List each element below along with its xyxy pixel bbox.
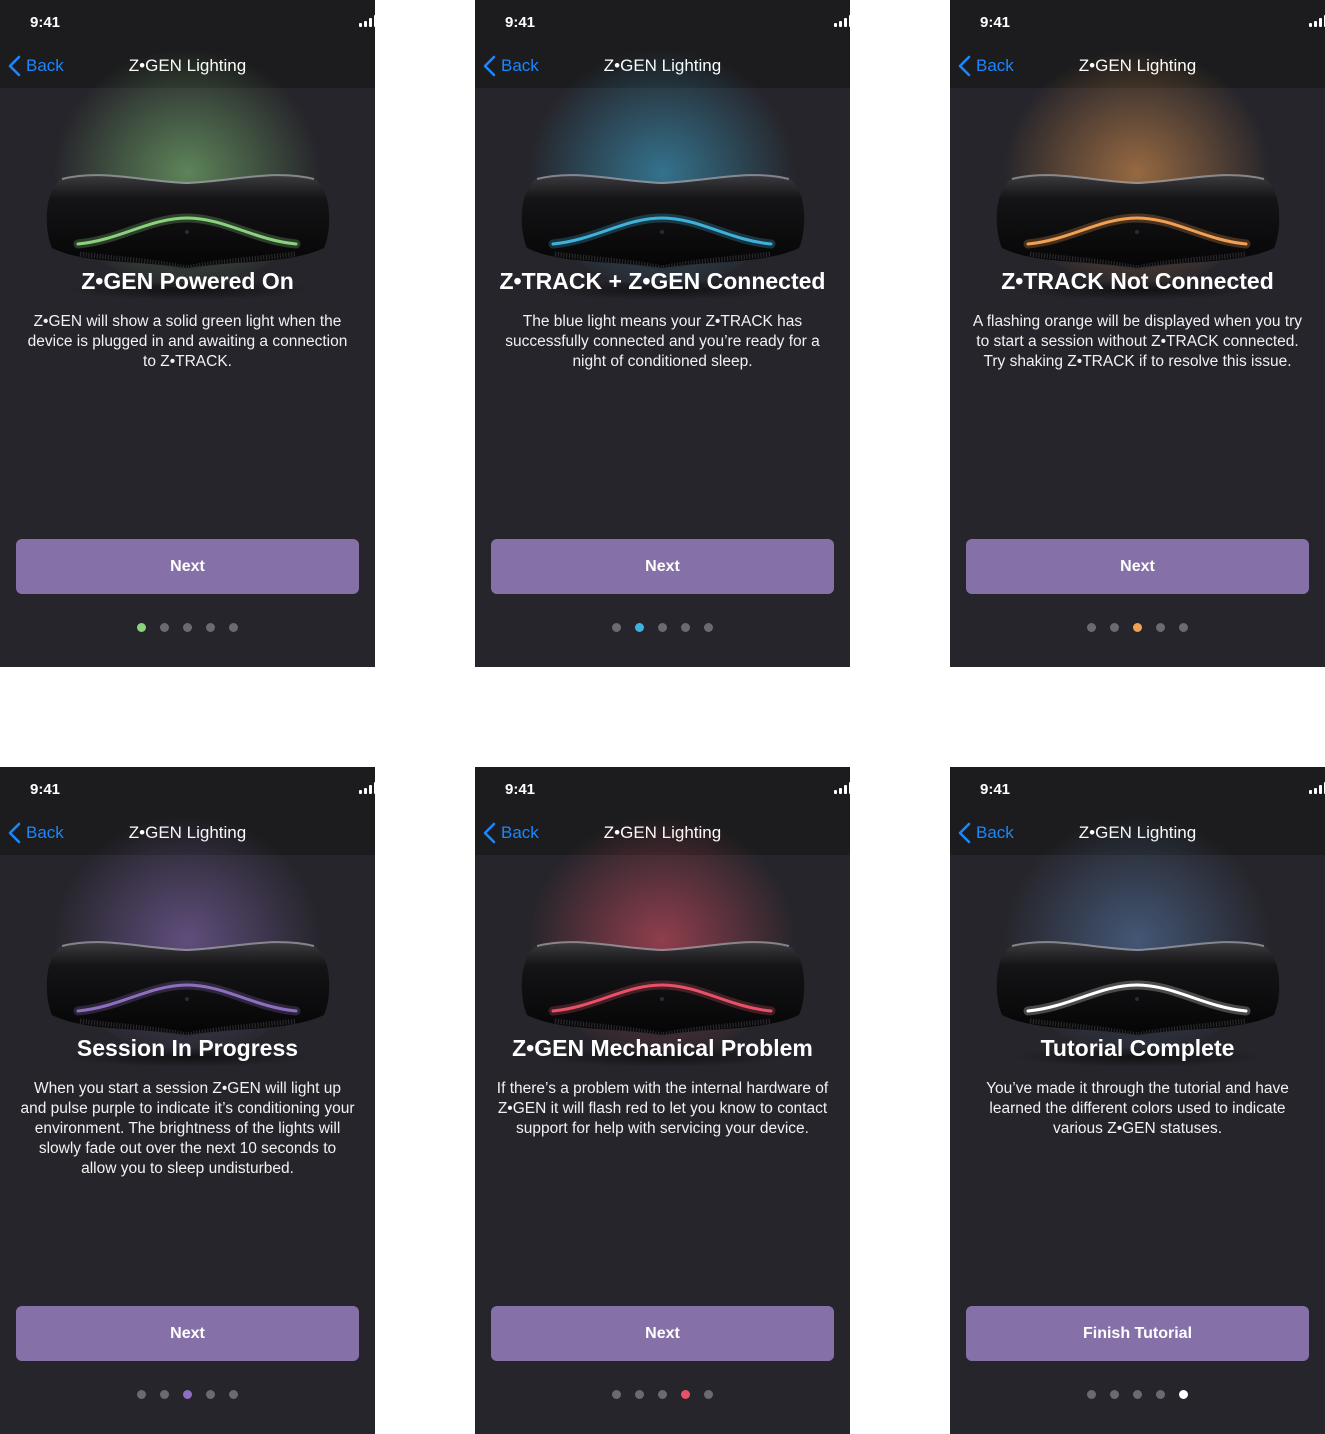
screen-heading: Z•TRACK Not Connected <box>1001 268 1274 294</box>
cellular-signal-icon <box>834 15 850 27</box>
page-dot[interactable] <box>1110 1390 1119 1399</box>
screen-tutorial-complete: 9:41 Back Z•GEN Lighting Tutorial Comple… <box>950 767 1325 1434</box>
screen-not-connected: 9:41 Back Z•GEN Lighting Z•TRACK Not Con… <box>950 0 1325 667</box>
screen-powered-on: 9:41 Back Z•GEN Lighting Z•GEN Powered O… <box>0 0 375 667</box>
device-sensor <box>185 997 189 1001</box>
screen-heading: Z•TRACK + Z•GEN Connected <box>499 268 826 294</box>
page-dot[interactable] <box>635 1390 644 1399</box>
cellular-signal-icon <box>1309 782 1325 794</box>
page-dot[interactable] <box>1156 623 1165 632</box>
status-time: 9:41 <box>980 14 1011 31</box>
page-dot[interactable] <box>206 1390 215 1399</box>
page-dot[interactable] <box>160 1390 169 1399</box>
screen-description: You’ve made it through the tutorial and … <box>986 1080 1289 1137</box>
screen-heading: Z•GEN Powered On <box>81 268 294 294</box>
page-indicator <box>137 1390 238 1399</box>
page-dot[interactable] <box>681 1390 690 1399</box>
page-dot[interactable] <box>658 1390 667 1399</box>
device-sensor <box>660 230 664 234</box>
status-time: 9:41 <box>505 14 536 31</box>
cellular-signal-icon <box>359 782 375 794</box>
page-indicator <box>137 623 238 632</box>
next-button[interactable]: Next <box>491 1306 834 1361</box>
cellular-signal-icon <box>834 782 850 794</box>
page-dot[interactable] <box>1179 623 1188 632</box>
page-dot[interactable] <box>229 623 238 632</box>
page-dot[interactable] <box>160 623 169 632</box>
page-dot[interactable] <box>1156 1390 1165 1399</box>
screen-mechanical-problem: 9:41 Back Z•GEN Lighting Z•GEN Mechanica… <box>475 767 850 1434</box>
page-dot[interactable] <box>137 623 146 632</box>
device-sensor <box>660 997 664 1001</box>
status-time: 9:41 <box>980 781 1011 798</box>
status-time: 9:41 <box>30 14 61 31</box>
screen-session-in-progress: 9:41 Back Z•GEN Lighting Session In Prog… <box>0 767 375 1434</box>
status-bar: 9:41 <box>950 767 1325 811</box>
page-dot[interactable] <box>658 623 667 632</box>
screen-heading: Z•GEN Mechanical Problem <box>512 1035 813 1061</box>
cellular-signal-icon <box>359 15 375 27</box>
next-button[interactable]: Next <box>16 539 359 594</box>
page-dot[interactable] <box>1133 623 1142 632</box>
next-button[interactable]: Next <box>966 539 1309 594</box>
page-dot[interactable] <box>1133 1390 1142 1399</box>
page-indicator <box>1087 623 1188 632</box>
screen-connected: 9:41 Back Z•GEN Lighting Z•TRACK + Z•GEN… <box>475 0 850 667</box>
page-dot[interactable] <box>612 1390 621 1399</box>
page-dot[interactable] <box>137 1390 146 1399</box>
page-dot[interactable] <box>206 623 215 632</box>
status-bar: 9:41 <box>475 0 850 44</box>
page-dot[interactable] <box>1110 623 1119 632</box>
page-dot[interactable] <box>229 1390 238 1399</box>
page-dot[interactable] <box>681 623 690 632</box>
finish-tutorial-button[interactable]: Finish Tutorial <box>966 1306 1309 1361</box>
device-sensor <box>1135 997 1139 1001</box>
page-dot[interactable] <box>183 623 192 632</box>
screen-description: When you start a session Z•GEN will ligh… <box>20 1080 355 1177</box>
page-dot[interactable] <box>704 623 713 632</box>
status-bar: 9:41 <box>0 767 375 811</box>
screen-description: Z•GEN will show a solid green light when… <box>27 313 348 370</box>
page-indicator <box>612 623 713 632</box>
screen-description: If there’s a problem with the internal h… <box>496 1080 829 1137</box>
screen-description: A flashing orange will be displayed when… <box>972 313 1303 370</box>
page-dot[interactable] <box>1179 1390 1188 1399</box>
page-dot[interactable] <box>612 623 621 632</box>
page-dot[interactable] <box>183 1390 192 1399</box>
device-sensor <box>185 230 189 234</box>
status-bar: 9:41 <box>0 0 375 44</box>
page-indicator <box>612 1390 713 1399</box>
next-button[interactable]: Next <box>16 1306 359 1361</box>
status-bar: 9:41 <box>950 0 1325 44</box>
status-time: 9:41 <box>30 781 61 798</box>
status-time: 9:41 <box>505 781 536 798</box>
screen-description: The blue light means your Z•TRACK has su… <box>505 313 820 370</box>
page-dot[interactable] <box>1087 623 1096 632</box>
device-sensor <box>1135 230 1139 234</box>
status-bar: 9:41 <box>475 767 850 811</box>
page-indicator <box>1087 1390 1188 1399</box>
cellular-signal-icon <box>1309 15 1325 27</box>
next-button[interactable]: Next <box>491 539 834 594</box>
page-dot[interactable] <box>704 1390 713 1399</box>
page-dot[interactable] <box>635 623 644 632</box>
screen-heading: Tutorial Complete <box>1040 1035 1235 1061</box>
screen-heading: Session In Progress <box>76 1035 299 1061</box>
page-dot[interactable] <box>1087 1390 1096 1399</box>
